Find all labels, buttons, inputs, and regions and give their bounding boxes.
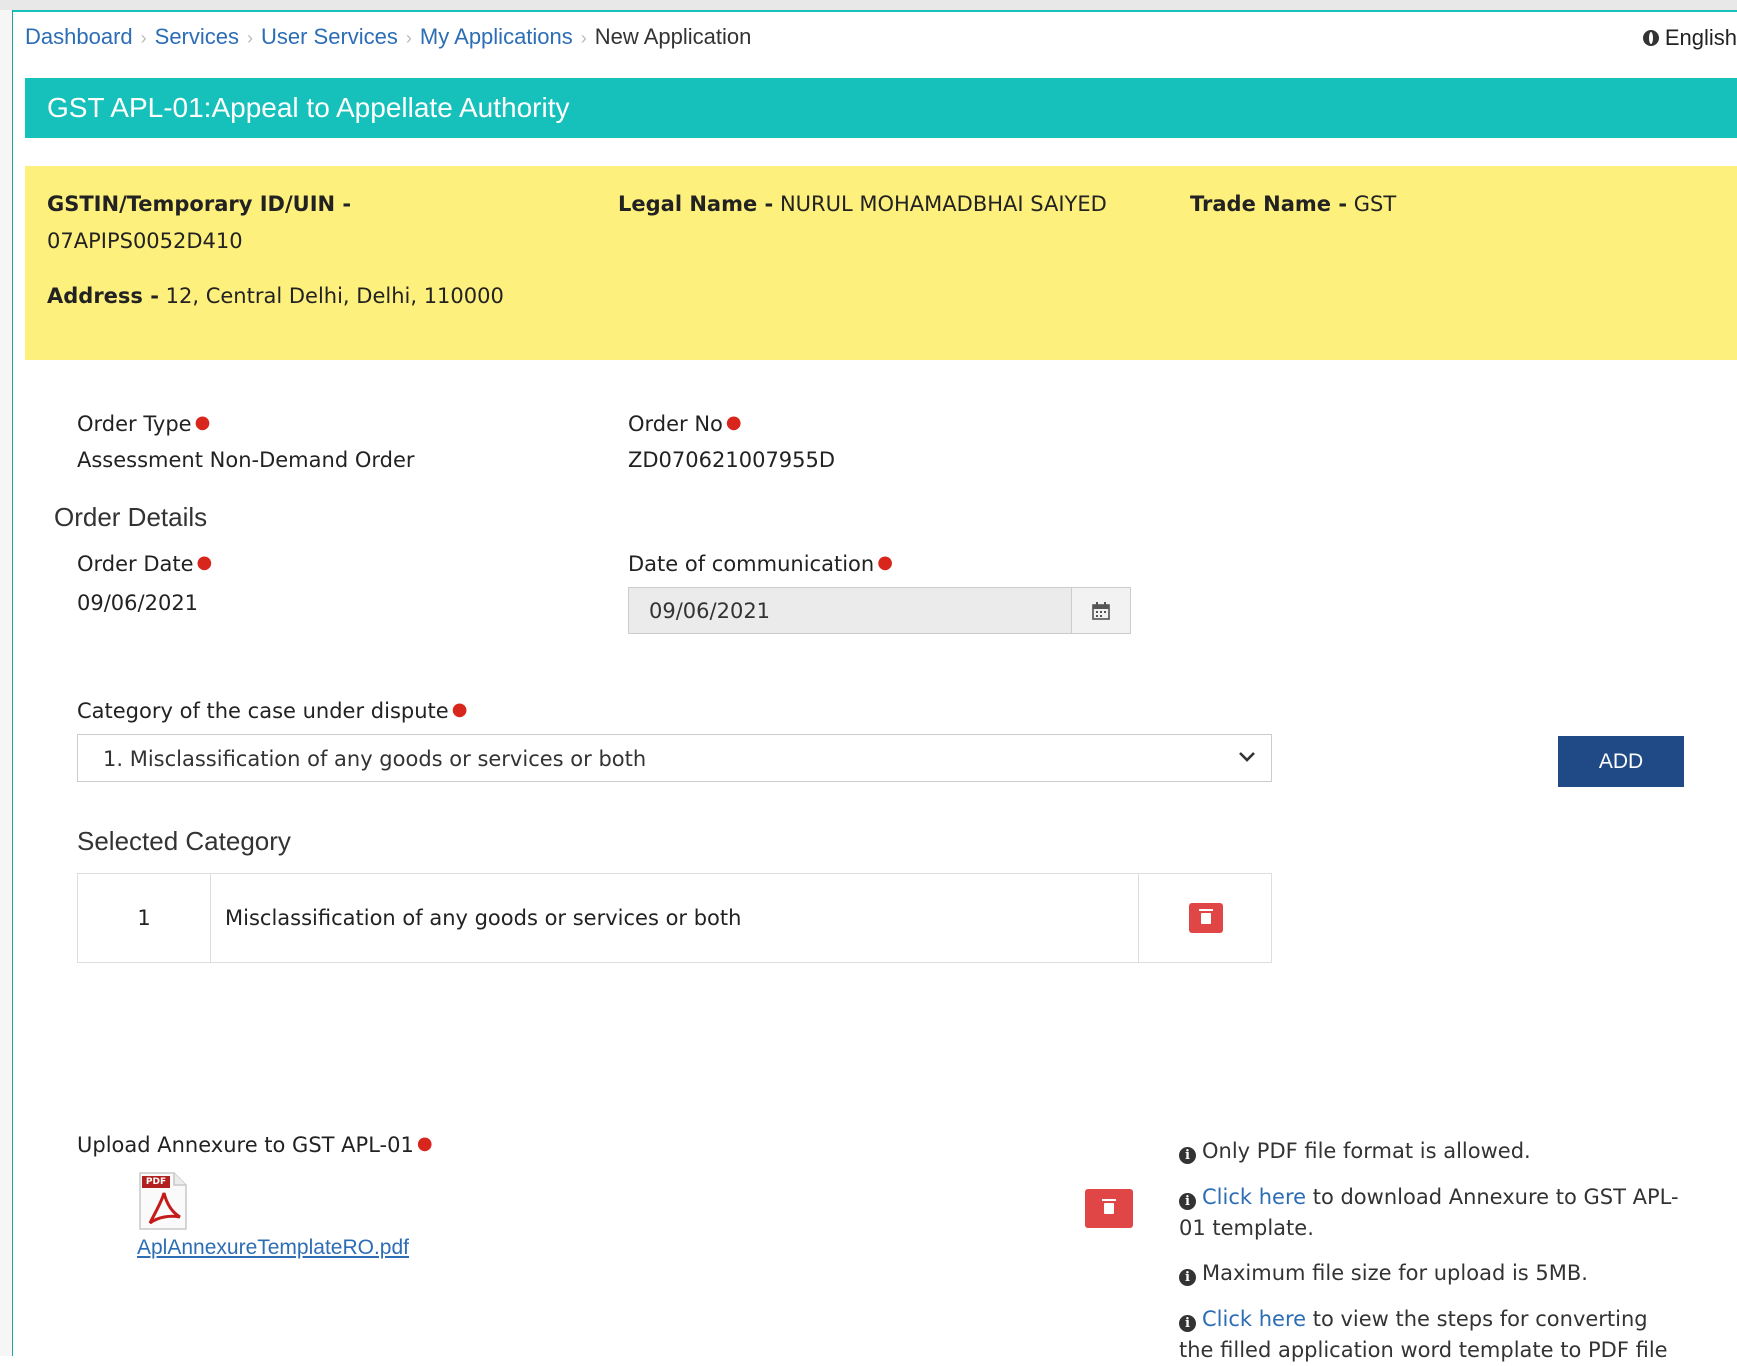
note-max-size-text: Maximum file size for upload is 5MB.: [1202, 1261, 1588, 1285]
required-marker: ●: [451, 699, 468, 720]
note-convert-steps: i Click here to view the steps for conver…: [1179, 1304, 1679, 1366]
trade-name-value: GST: [1353, 192, 1397, 216]
legal-name-value: NURUL MOHAMADBHAI SAIYED: [779, 192, 1107, 216]
order-no-label-text: Order No: [628, 412, 723, 436]
info-icon: i: [1179, 1269, 1196, 1286]
note-pdf-only: i Only PDF file format is allowed.: [1179, 1136, 1679, 1167]
breadcrumb: Dashboard › Services › User Services › My Appl…: [25, 24, 751, 50]
date-of-communication-label: Date of communication ●: [628, 552, 893, 576]
language-selector[interactable]: English: [1642, 25, 1737, 51]
required-marker: ●: [196, 552, 213, 573]
uploaded-file-link[interactable]: AplAnnexureTemplateRO.pdf: [137, 1236, 409, 1260]
upload-annexure-label-text: Upload Annexure to GST APL-01: [77, 1133, 414, 1157]
category-select[interactable]: 1. Misclassification of any goods or ser…: [77, 734, 1272, 782]
required-marker: ●: [725, 412, 742, 433]
page-title: GST APL-01:Appeal to Appellate Authority: [47, 92, 570, 123]
date-of-communication-input[interactable]: 09/06/2021: [628, 587, 1131, 634]
selected-category-table: 1 Misclassification of any goods or serv…: [77, 873, 1272, 963]
order-type-label-text: Order Type: [77, 412, 192, 436]
info-icon: i: [1179, 1193, 1196, 1210]
address-block: Address - 12, Central Delhi, Delhi, 1100…: [47, 284, 504, 308]
left-border: [0, 10, 13, 1356]
legal-name-block: Legal Name - NURUL MOHAMADBHAI SAIYED: [618, 192, 1107, 216]
category-label-text: Category of the case under dispute: [77, 699, 449, 723]
trash-icon: [1198, 908, 1213, 924]
globe-icon: [1642, 30, 1659, 46]
chevron-down-icon: [1237, 745, 1257, 773]
order-date-value: 09/06/2021: [77, 591, 199, 615]
order-details-heading: Order Details: [54, 502, 208, 532]
gstin-block: GSTIN/Temporary ID/UIN - 07APIPS0052D410: [47, 192, 352, 253]
legal-name-label: Legal Name: [618, 192, 758, 216]
category-row-number: 1: [78, 874, 211, 962]
add-category-button[interactable]: ADD: [1558, 736, 1684, 787]
convert-steps-link[interactable]: Click here: [1202, 1307, 1306, 1331]
breadcrumb-separator: ›: [405, 28, 412, 48]
order-no-label: Order No ●: [628, 412, 742, 436]
breadcrumb-separator: ›: [140, 28, 147, 48]
category-label: Category of the case under dispute ●: [77, 699, 467, 723]
date-of-communication-value: 09/06/2021: [649, 599, 771, 623]
order-type-value: Assessment Non-Demand Order: [77, 448, 415, 472]
order-type-label: Order Type ●: [77, 412, 210, 436]
page-title-bar: GST APL-01:Appeal to Appellate Authority: [25, 78, 1737, 138]
trash-icon: [1102, 1199, 1116, 1214]
delete-category-button[interactable]: [1188, 903, 1223, 933]
breadcrumb-my-applications[interactable]: My Applications: [420, 24, 573, 49]
top-border: [0, 0, 1737, 12]
order-no-value: ZD070621007955D: [628, 448, 836, 472]
gstin-label: GSTIN/Temporary ID/UIN: [47, 192, 336, 216]
breadcrumb-user-services[interactable]: User Services: [261, 24, 398, 49]
required-marker: ●: [877, 552, 893, 573]
category-selected-value: 1. Misclassification of any goods or ser…: [103, 747, 647, 771]
breadcrumb-separator: ›: [247, 28, 253, 48]
breadcrumb-separator: ›: [580, 28, 587, 48]
download-template-link[interactable]: Click here: [1202, 1185, 1306, 1209]
required-marker: ●: [194, 412, 211, 433]
trade-name-block: Trade Name - GST: [1190, 192, 1397, 216]
upload-annexure-label: Upload Annexure to GST APL-01 ●: [77, 1133, 433, 1157]
breadcrumb-services[interactable]: Services: [155, 24, 239, 49]
pdf-file-icon[interactable]: PDF: [138, 1171, 188, 1231]
calendar-icon[interactable]: [1071, 588, 1130, 633]
delete-upload-button[interactable]: [1085, 1189, 1133, 1228]
note-download-template: i Click here to download Annexure to GST …: [1179, 1182, 1679, 1244]
taxpayer-info-panel: GSTIN/Temporary ID/UIN - 07APIPS0052D410…: [25, 166, 1737, 360]
category-row-name: Misclassification of any goods or servic…: [211, 874, 1139, 962]
selected-category-heading: Selected Category: [77, 826, 291, 856]
order-date-label-text: Order Date: [77, 552, 194, 576]
pdf-badge: PDF: [145, 1177, 167, 1187]
info-icon: i: [1179, 1315, 1196, 1332]
date-of-communication-label-text: Date of communication: [628, 552, 875, 576]
breadcrumb-current: New Application: [594, 24, 752, 49]
address-value: 12, Central Delhi, Delhi, 110000: [165, 284, 504, 308]
note-max-size: i Maximum file size for upload is 5MB.: [1179, 1258, 1679, 1289]
order-date-label: Order Date ●: [77, 552, 212, 576]
info-icon: i: [1179, 1147, 1196, 1164]
category-row-actions: [1140, 874, 1271, 962]
note-pdf-only-text: Only PDF file format is allowed.: [1202, 1139, 1531, 1163]
gstin-value: 07APIPS0052D410: [47, 229, 243, 253]
trade-name-label: Trade Name: [1190, 192, 1332, 216]
address-label: Address: [47, 284, 143, 308]
breadcrumb-dashboard[interactable]: Dashboard: [25, 24, 133, 49]
required-marker: ●: [416, 1133, 433, 1154]
language-label: English: [1664, 25, 1737, 50]
